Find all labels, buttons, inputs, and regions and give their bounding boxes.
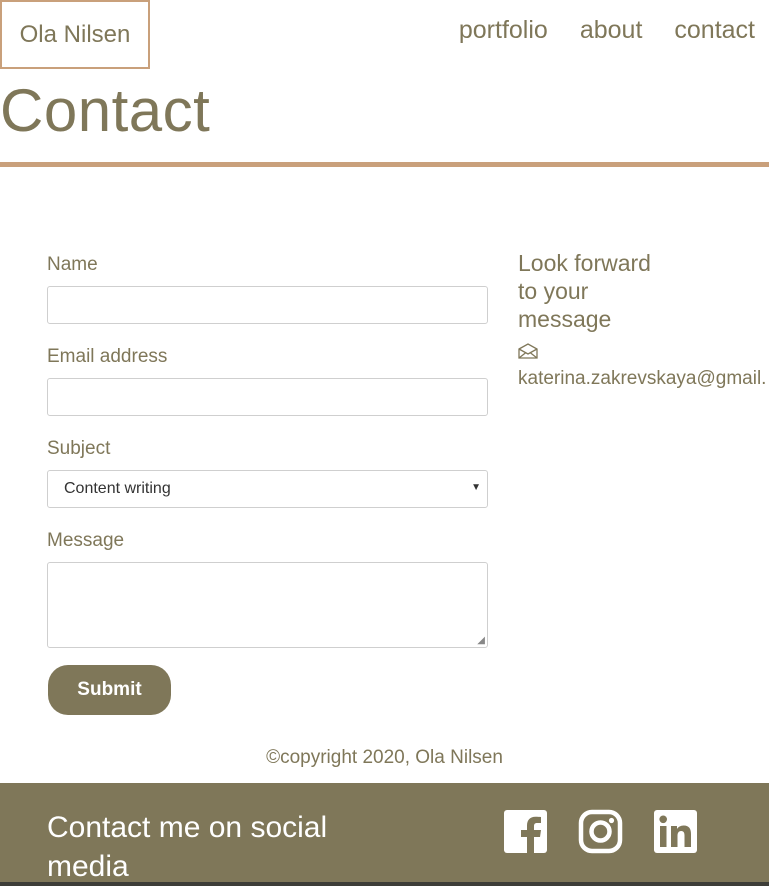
nav-contact[interactable]: contact <box>674 16 755 45</box>
message-textarea[interactable]: ◢ <box>47 562 488 648</box>
submit-button[interactable]: Submit <box>48 665 171 715</box>
email-input[interactable] <box>47 378 488 416</box>
instagram-icon[interactable] <box>578 809 623 854</box>
subject-label: Subject <box>47 438 111 459</box>
footer-bottom-strip <box>0 882 769 886</box>
resize-handle-icon[interactable]: ◢ <box>477 636 485 646</box>
email-link[interactable]: katerina.zakrevskaya@gmail. <box>518 368 769 390</box>
copyright-text: ©copyright 2020, Ola Nilsen <box>266 747 503 768</box>
footer: Contact me on social media <box>0 783 769 886</box>
logo-text: Ola Nilsen <box>19 20 131 48</box>
contact-form: Name Email address Subject Content writi… <box>47 254 488 715</box>
email-label: Email address <box>47 346 168 367</box>
name-input[interactable] <box>47 286 488 324</box>
site-logo[interactable]: Ola Nilsen <box>0 0 150 69</box>
footer-heading: Contact me on social media <box>47 811 328 883</box>
chevron-down-icon: ▼ <box>471 482 481 493</box>
contact-aside: Look forward to your message katerina.za… <box>518 249 769 390</box>
subject-selected-value: Content writing <box>64 480 171 497</box>
message-label: Message <box>47 530 125 551</box>
nav-portfolio[interactable]: portfolio <box>459 16 548 45</box>
envelope-open-icon <box>518 343 538 359</box>
facebook-icon[interactable] <box>503 809 548 854</box>
nav-about[interactable]: about <box>580 16 643 45</box>
linkedin-icon[interactable] <box>653 809 698 854</box>
page-title: Contact <box>0 77 211 144</box>
main-nav: portfolio about contact <box>459 16 755 45</box>
aside-heading: Look forward to your message <box>518 250 651 332</box>
subject-select[interactable]: Content writing ▼ <box>47 470 488 508</box>
title-divider <box>0 162 769 167</box>
name-label: Name <box>47 254 98 275</box>
social-links <box>503 809 698 854</box>
